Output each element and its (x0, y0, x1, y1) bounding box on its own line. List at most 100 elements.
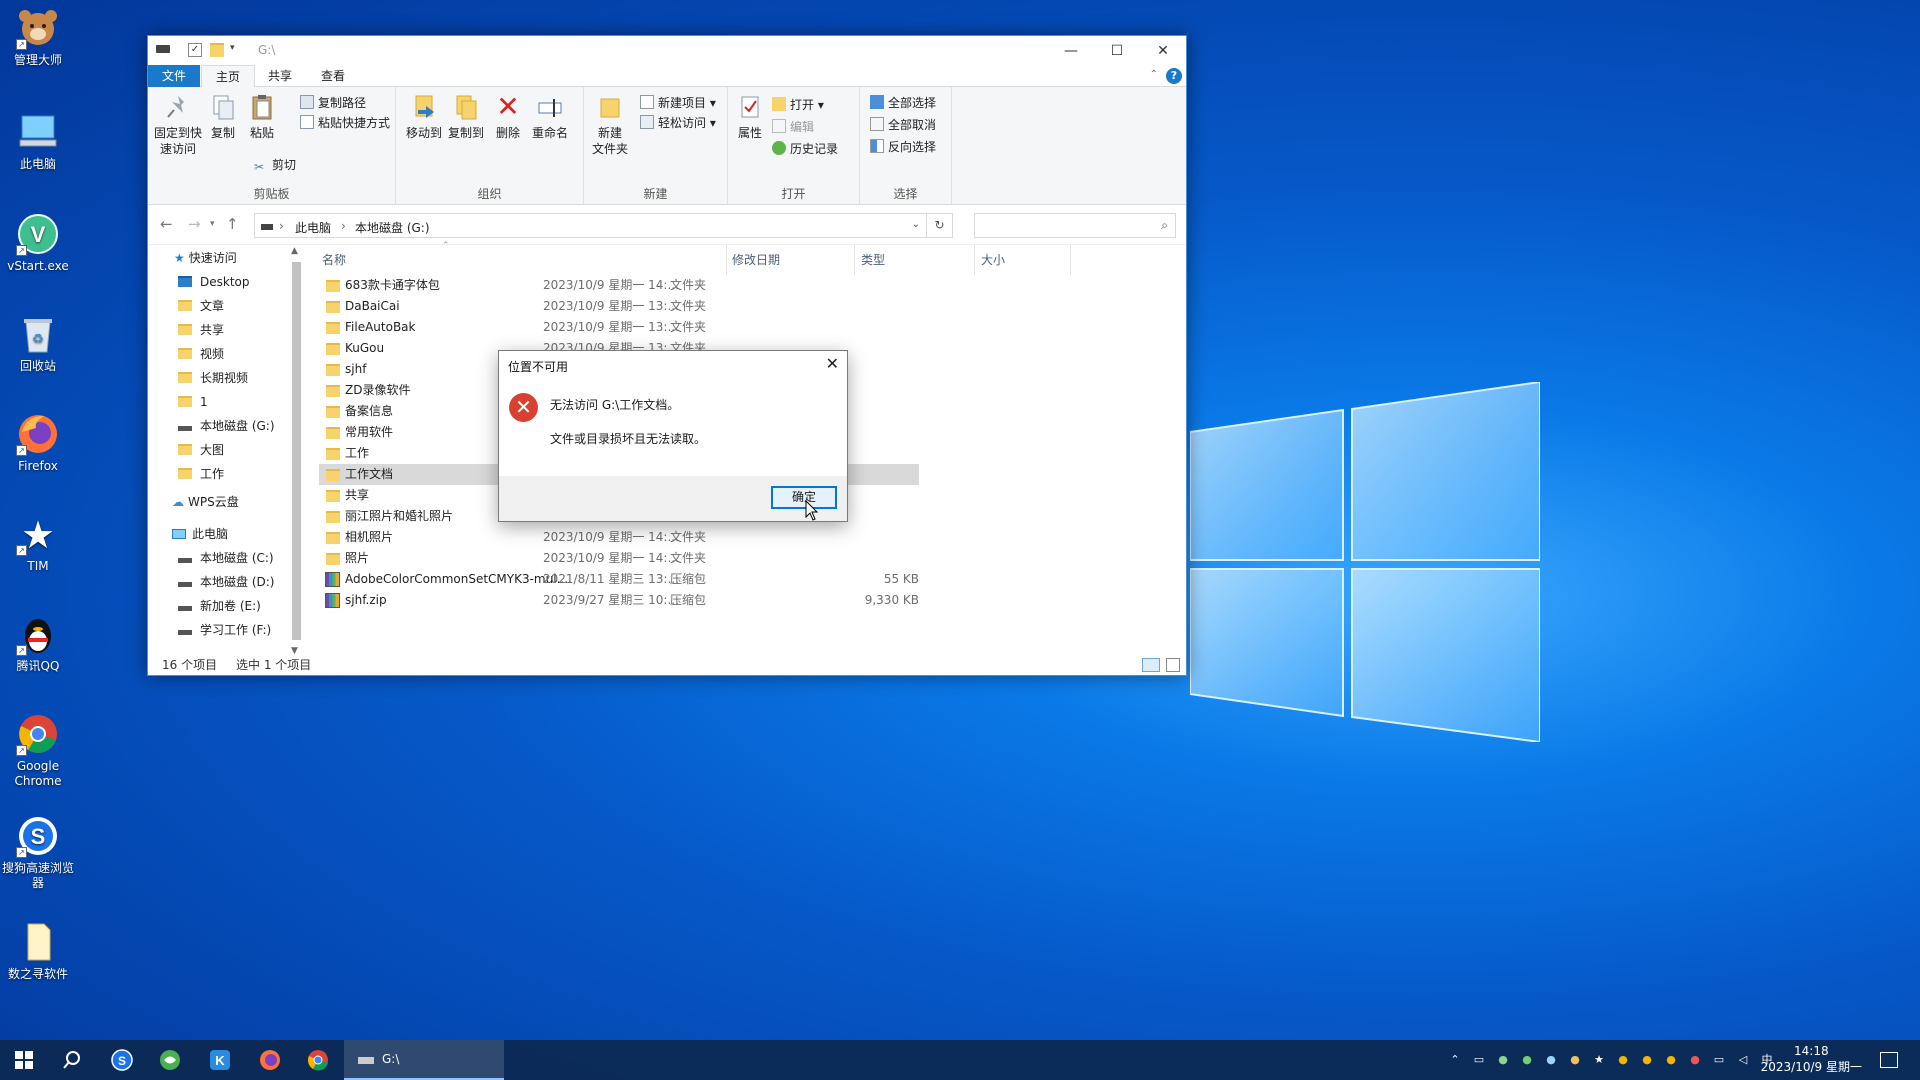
tab-file[interactable]: 文件 (148, 65, 200, 87)
pin-quick-access-button[interactable]: 固定到快 速访问 (152, 91, 204, 157)
nav-item-datu[interactable]: 大图 (178, 438, 224, 462)
tim-tray-icon[interactable]: ★ (1592, 1053, 1606, 1067)
column-header-type[interactable]: 类型 (861, 250, 885, 270)
edit-button[interactable]: 编辑 (772, 117, 814, 137)
close-button[interactable]: ✕ (1140, 36, 1186, 65)
tab-share[interactable]: 共享 (254, 65, 306, 87)
file-row[interactable]: FileAutoBak 2023/10/9 星期一 13:... 文件夹 (319, 317, 919, 338)
wechat-icon[interactable]: ● (1496, 1053, 1510, 1067)
column-header-size[interactable]: 大小 (981, 250, 1005, 270)
taskbar-app-k[interactable]: K (196, 1040, 244, 1080)
desktop-icon-sogou[interactable]: S ↗ 搜狗高速浏览器 (0, 814, 76, 891)
nav-item-drive-e[interactable]: 新加卷 (E:) (178, 594, 261, 618)
back-arrow-icon[interactable]: ← (160, 215, 173, 233)
desktop-icon-tim[interactable]: ★ ↗ TIM (0, 512, 76, 574)
open-button[interactable]: 打开 ▾ (772, 95, 824, 115)
large-icons-view-icon[interactable] (1166, 658, 1180, 672)
file-row[interactable]: sjhf.zip 2023/9/27 星期三 10:... 压缩包 9,330 KB (319, 590, 919, 611)
nav-item-drive-d[interactable]: 本地磁盘 (D:) (178, 570, 274, 594)
file-row[interactable]: DaBaiCai 2023/10/9 星期一 13:... 文件夹 (319, 296, 919, 317)
start-button[interactable] (0, 1040, 48, 1080)
desktop-icon-firefox[interactable]: ↗ Firefox (0, 412, 76, 474)
nav-item-drive-g[interactable]: 本地磁盘 (G:) (178, 414, 275, 438)
tray-blue-icon[interactable]: ● (1544, 1053, 1558, 1067)
rename-button[interactable]: 重命名 (528, 91, 572, 141)
desktop-icon-this-pc[interactable]: 此电脑 (0, 110, 76, 172)
tray-app-icon[interactable]: ▭ (1472, 1053, 1486, 1067)
ok-button[interactable]: 确定 (771, 486, 837, 509)
delete-button[interactable]: ✕ 删除 (490, 91, 526, 141)
nav-item-changqi[interactable]: 长期视频⚲ (178, 366, 298, 390)
copy-to-button[interactable]: 复制到 (446, 91, 486, 141)
new-folder-quick-icon[interactable] (210, 43, 224, 57)
desktop-icon-shuzhi[interactable]: 数之寻软件 (0, 920, 76, 982)
search-input[interactable]: ⌕ (974, 213, 1176, 238)
properties-button[interactable]: 属性 (732, 91, 768, 141)
scroll-up-icon[interactable]: ▲ (291, 246, 298, 256)
cut-button[interactable]: ✂ 剪切 (254, 155, 296, 175)
nav-item-drive-c[interactable]: 本地磁盘 (C:) (178, 546, 274, 570)
column-separator[interactable] (854, 245, 855, 275)
qq-tray-icon[interactable]: ● (1664, 1053, 1678, 1067)
taskbar-chrome[interactable] (294, 1040, 342, 1080)
nav-item-wenzhang[interactable]: 文章⚲ (178, 294, 298, 318)
collapse-ribbon-icon[interactable]: ⌃ (1150, 69, 1158, 80)
details-view-icon[interactable] (1142, 658, 1160, 672)
tray-green-icon[interactable]: ● (1520, 1053, 1534, 1067)
column-header-date[interactable]: 修改日期 (732, 250, 780, 270)
tab-view[interactable]: 查看 (307, 65, 359, 87)
nav-item-gongzuo[interactable]: 工作 (178, 462, 224, 486)
nav-item-this-pc[interactable]: 此电脑 (172, 522, 228, 546)
network-icon[interactable]: ▭ (1712, 1053, 1726, 1067)
column-header-name[interactable]: 名称 (322, 250, 346, 270)
taskbar-explorer-window[interactable]: G:\ (344, 1040, 504, 1080)
nav-item-1[interactable]: 1 (178, 390, 208, 414)
column-separator[interactable] (1070, 245, 1071, 275)
nav-item-gongxiang[interactable]: 共享⚲ (178, 318, 298, 342)
file-row[interactable]: 照片 2023/10/9 星期一 14:... 文件夹 (319, 548, 919, 569)
select-all-button[interactable]: 全部选择 (870, 93, 936, 113)
copy-button[interactable]: 复制 (206, 91, 240, 141)
scroll-thumb[interactable] (292, 262, 301, 640)
taskbar-firefox[interactable] (246, 1040, 294, 1080)
invert-selection-button[interactable]: 反向选择 (870, 137, 936, 157)
column-separator[interactable] (726, 245, 727, 275)
taskbar-sogou[interactable]: S (98, 1040, 146, 1080)
move-to-button[interactable]: 移动到 (404, 91, 444, 141)
recent-locations-icon[interactable]: ▾ (210, 219, 215, 229)
nav-item-quick-access[interactable]: ★ 快速访问 (174, 246, 237, 270)
nav-item-wps-cloud[interactable]: ☁ WPS云盘 (172, 490, 239, 514)
dialog-close-icon[interactable]: ✕ (826, 354, 839, 373)
taskbar-search-button[interactable] (48, 1040, 96, 1080)
file-row[interactable]: 相机照片 2023/10/9 星期一 14:... 文件夹 (319, 527, 919, 548)
qq-tray-icon[interactable]: ● (1616, 1053, 1630, 1067)
show-hidden-icons-chevron-icon[interactable]: ⌃ (1448, 1053, 1462, 1067)
desktop-icon-guanli[interactable]: ↗ 管理大师 (0, 6, 76, 68)
address-input[interactable]: › 此电脑 › 本地磁盘 (G:) ⌄ (254, 213, 927, 238)
nav-item-desktop[interactable]: Desktop⚲ (178, 270, 298, 294)
desktop-icon-qq[interactable]: ↗ 腾讯QQ (0, 612, 76, 674)
breadcrumb-this-pc[interactable]: 此电脑 (295, 219, 331, 236)
customize-quick-access-icon[interactable]: ▾ (230, 43, 244, 57)
copy-path-button[interactable]: 复制路径 (300, 93, 366, 113)
paste-shortcut-button[interactable]: 粘贴快捷方式 (300, 113, 390, 133)
nav-scrollbar[interactable]: ▲ ▼ (288, 246, 305, 656)
select-none-button[interactable]: 全部取消 (870, 115, 936, 135)
maximize-button[interactable]: ☐ (1094, 36, 1140, 65)
properties-quick-icon[interactable]: ✓ (188, 43, 202, 57)
file-row[interactable]: 683款卡通字体包 2023/10/9 星期一 14:... 文件夹 (319, 275, 919, 296)
new-item-button[interactable]: 新建项目 ▾ (640, 93, 716, 113)
file-row[interactable]: AdobeColorCommonSetCMYK3-mul.... 2021/8/1… (319, 569, 919, 590)
nav-item-shipin[interactable]: 视频⚲ (178, 342, 298, 366)
nav-item-drive-f[interactable]: 学习工作 (F:) (178, 618, 271, 642)
taskbar-app-green[interactable] (146, 1040, 194, 1080)
up-arrow-icon[interactable]: ↑ (226, 215, 239, 233)
desktop-icon-vstart[interactable]: V ↗ vStart.exe (0, 212, 76, 274)
qq-tray-icon[interactable]: ● (1688, 1053, 1702, 1067)
address-dropdown-icon[interactable]: ⌄ (912, 219, 920, 230)
qq-tray-icon[interactable]: ● (1640, 1053, 1654, 1067)
new-folder-button[interactable]: 新建 文件夹 (588, 91, 632, 157)
desktop-icon-recycle-bin[interactable]: ♻ 回收站 (0, 312, 76, 374)
notification-center-icon[interactable] (1880, 1052, 1898, 1068)
help-icon[interactable]: ? (1166, 68, 1182, 84)
